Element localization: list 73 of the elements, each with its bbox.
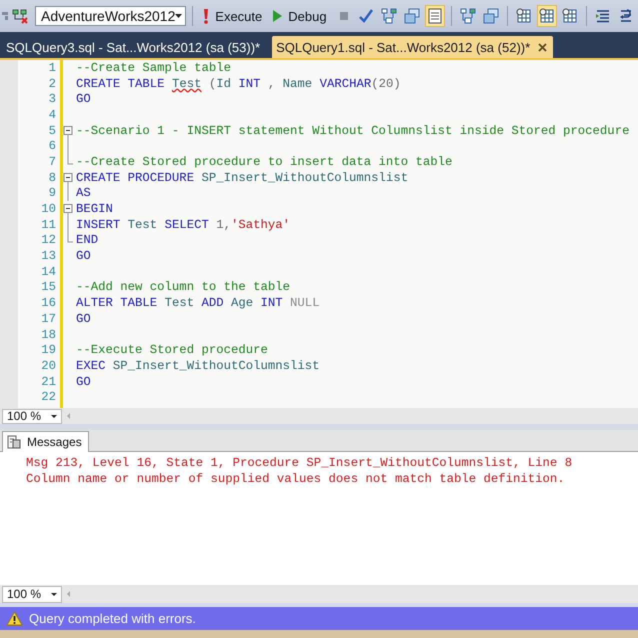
- line-number: 17: [40, 312, 57, 326]
- code-line: CREATE PROCEDURE SP_Insert_WithoutColumnslist: [76, 170, 408, 185]
- line-number: 4: [48, 108, 57, 122]
- results-icon: [427, 8, 444, 24]
- line-number: 3: [48, 92, 57, 106]
- line-number: 13: [40, 249, 57, 264]
- code-line: --Scenario 1 - INSERT statement Without Columnslist inside Stored procedure: [76, 124, 630, 138]
- line-number: 15: [40, 280, 57, 294]
- line-number: 14: [40, 264, 57, 279]
- code-line: INSERT Test SELECT 1,'Sathya': [76, 218, 290, 232]
- caret-icon: [51, 592, 57, 596]
- code-line: ALTER TABLE Test ADD Age INT NULL: [76, 296, 320, 310]
- debug-button[interactable]: Debug: [269, 6, 331, 26]
- collapse-icon[interactable]: [63, 201, 73, 218]
- document-tab[interactable]: SQLQuery1.sql - Sat...Works2012 (sa (52))*: [272, 36, 554, 58]
- line-number: 9: [48, 186, 57, 200]
- warning-icon: [6, 611, 23, 626]
- toolbar-button[interactable]: [425, 5, 446, 27]
- zoom-dropdown[interactable]: 100 %: [2, 408, 62, 424]
- diagram-icon: [460, 8, 476, 24]
- database-dropdown[interactable]: AdventureWorks2012: [35, 6, 186, 26]
- line-number: 22: [40, 390, 57, 404]
- messages-tab[interactable]: Messages: [2, 431, 89, 452]
- windows-icon: [483, 8, 500, 24]
- document-tab[interactable]: SQLQuery3.sql - Sat...Works2012 (sa (53))*: [2, 36, 266, 58]
- exclamation-icon: [203, 8, 210, 24]
- line-number: 18: [40, 328, 57, 342]
- line-number: 16: [40, 296, 57, 310]
- caret-icon: [51, 414, 57, 418]
- code-line: --Add new column to the table: [76, 280, 290, 294]
- play-icon: [273, 10, 282, 22]
- status-text: Query completed with errors.: [29, 611, 196, 626]
- grid-icon: [516, 8, 532, 24]
- line-number: 2: [48, 76, 57, 91]
- close-icon[interactable]: [538, 42, 548, 52]
- database-icon[interactable]: [12, 8, 28, 24]
- line-number: 7: [48, 154, 57, 169]
- code-line: END: [76, 233, 98, 248]
- line-number: 11: [40, 218, 57, 232]
- line-number: 12: [40, 233, 57, 248]
- execute-button[interactable]: Execute: [199, 6, 266, 26]
- line-number: 10: [40, 202, 57, 216]
- line-number: 8: [48, 170, 57, 185]
- line-number: 1: [48, 60, 57, 75]
- document-icon: [7, 435, 21, 449]
- line-number: 6: [48, 139, 57, 154]
- line-number: 21: [40, 374, 57, 389]
- code-line: BEGIN: [76, 202, 113, 216]
- code-line: GO: [76, 249, 91, 264]
- caret-icon: [175, 14, 182, 18]
- indent-icon: [595, 8, 612, 24]
- line-number: 5: [48, 124, 57, 138]
- toolbar-button[interactable]: [537, 5, 558, 27]
- grid-icon: [539, 8, 556, 24]
- code-line: --Create Sample table: [76, 60, 231, 75]
- error-message: Msg 213, Level 16, State 1, Procedure SP_Insert_WithoutColumnslist, Line 8: [26, 455, 574, 471]
- zoom-dropdown[interactable]: 100 %: [2, 586, 62, 602]
- code-line: GO: [76, 92, 91, 106]
- error-message: Column name or number of supplied values does not match table definition.: [26, 471, 566, 487]
- line-number: 19: [40, 343, 57, 358]
- code-line: EXEC SP_Insert_WithoutColumnslist: [76, 358, 320, 373]
- code-line: GO: [76, 374, 91, 389]
- grid-icon: [562, 8, 578, 24]
- code-line: CREATE TABLE Test (Id INT , Name VARCHAR(20): [76, 76, 401, 91]
- code-line: GO: [76, 312, 91, 326]
- diagram-icon: [381, 8, 398, 24]
- windows-icon: [404, 8, 420, 24]
- code-line: --Create Stored procedure to insert data into table: [76, 154, 452, 169]
- uncomment-icon: [618, 8, 634, 24]
- code-line: --Execute Stored procedure: [76, 343, 268, 358]
- check-icon: [358, 8, 374, 24]
- line-number: 20: [40, 358, 57, 373]
- code-line: AS: [76, 186, 91, 200]
